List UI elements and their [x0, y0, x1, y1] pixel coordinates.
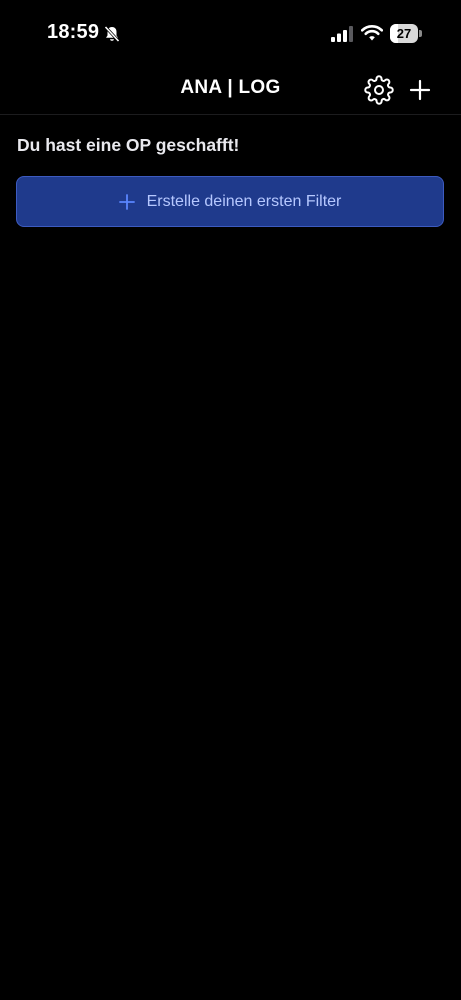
plus-icon [409, 79, 431, 101]
nav-bar: ANA | LOG [0, 62, 461, 115]
battery-indicator: 27 [390, 24, 422, 43]
status-time: 18:59 [47, 21, 100, 43]
success-message: Du hast eine OP geschafft! [17, 135, 240, 155]
cellular-signal-icon [331, 26, 353, 42]
battery-icon: 27 [390, 24, 418, 43]
add-button[interactable] [405, 75, 435, 105]
battery-level: 27 [396, 26, 412, 41]
status-bar: 18:59 27 [0, 0, 461, 62]
bell-slash-icon [104, 25, 120, 43]
settings-button[interactable] [364, 75, 394, 105]
create-filter-button[interactable]: Erstelle deinen ersten Filter [16, 176, 444, 227]
gear-icon [364, 75, 394, 105]
battery-cap [419, 30, 422, 37]
plus-icon [118, 193, 135, 210]
wifi-icon [361, 25, 383, 41]
create-filter-label: Erstelle deinen ersten Filter [146, 192, 342, 210]
